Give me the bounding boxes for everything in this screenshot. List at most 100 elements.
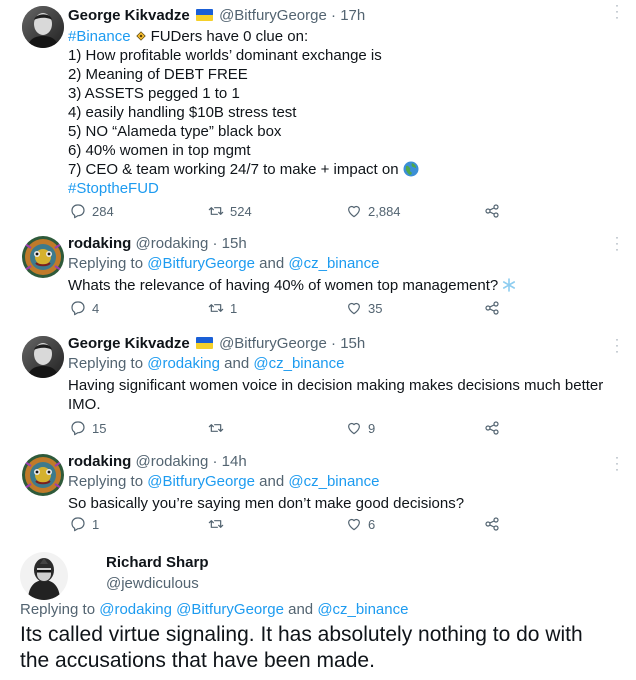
retweet-button[interactable] <box>208 420 230 436</box>
author-name[interactable]: Richard Sharp <box>106 554 209 571</box>
tweet-line: 4) easily handling $10B stress test <box>68 104 297 121</box>
replying-to: Replying to @rodaking @BitfuryGeorge and… <box>20 601 408 618</box>
author-handle[interactable]: @rodaking <box>136 453 209 470</box>
author-name[interactable]: George Kikvadze <box>68 335 190 352</box>
ukraine-flag-icon <box>195 337 213 349</box>
more-options-icon[interactable]: · · · <box>612 333 622 357</box>
replying-and: and <box>288 601 314 618</box>
share-button[interactable] <box>484 300 500 316</box>
replying-label: Replying to <box>68 355 144 372</box>
separator: · <box>212 453 218 470</box>
avatar[interactable] <box>22 454 64 496</box>
separator: · <box>212 235 218 252</box>
tweet-line: 6) 40% women in top mgmt <box>68 142 251 159</box>
replying-and: and <box>259 473 285 490</box>
mention-link[interactable]: @cz_binance <box>288 473 379 490</box>
tweet-2[interactable]: rodaking @rodaking · 15h Replying to @Bi… <box>0 231 636 332</box>
share-button[interactable] <box>484 420 500 436</box>
reply-icon <box>70 203 86 219</box>
reply-count: 4 <box>92 300 100 316</box>
like-button[interactable]: 9 <box>346 420 375 436</box>
more-options-icon[interactable]: · · · <box>612 0 622 23</box>
like-button[interactable]: 2,884 <box>346 203 401 219</box>
reply-count: 15 <box>92 420 107 436</box>
reply-button[interactable]: 15 <box>70 420 106 436</box>
tweet-line: Having significant women voice in decisi… <box>68 377 604 394</box>
author-handle[interactable]: @rodaking <box>136 235 209 252</box>
tweet-line: Whats the relevance of having 40% of wom… <box>68 277 499 294</box>
reply-button[interactable]: 284 <box>70 203 114 219</box>
tweet-text: #Binance FUDers have 0 clue on: 1) How pr… <box>68 27 606 198</box>
timestamp[interactable]: 15h <box>340 335 365 352</box>
reply-count: 284 <box>92 203 114 219</box>
author-handle[interactable]: @jewdiculous <box>106 575 199 592</box>
avatar[interactable] <box>20 552 68 600</box>
share-button[interactable] <box>484 203 500 219</box>
replying-label: Replying to <box>68 473 144 490</box>
share-icon <box>484 516 500 532</box>
tweet-line: the accusations that have been made. <box>20 649 375 672</box>
separator: · <box>331 335 337 352</box>
reply-button[interactable]: 4 <box>70 300 99 316</box>
like-icon <box>346 300 362 316</box>
mention-link[interactable]: @rodaking <box>147 355 220 372</box>
retweet-button[interactable]: 1 <box>208 300 237 316</box>
binance-icon <box>135 31 146 41</box>
retweet-count: 1 <box>230 300 238 316</box>
tweet-line: IMO. <box>68 396 101 413</box>
replying-and: and <box>259 255 285 272</box>
tweet-header: rodaking @rodaking · 15h <box>68 234 606 254</box>
replying-to: Replying to @rodaking and @cz_binance <box>68 354 606 374</box>
like-button[interactable]: 6 <box>346 516 375 532</box>
tweet-line: 5) NO “Alameda type” black box <box>68 123 282 140</box>
separator: · <box>331 7 337 24</box>
tweet-1[interactable]: George Kikvadze @BitfuryGeorge · 17h #Bi… <box>0 0 636 230</box>
replying-and: and <box>224 355 250 372</box>
avatar[interactable] <box>22 236 64 278</box>
tweet-actions: 15 9 <box>68 420 508 438</box>
more-options-icon[interactable]: · · · <box>612 451 622 475</box>
hashtag-link[interactable]: #StoptheFUD <box>68 179 606 198</box>
hashtag-link[interactable]: #Binance <box>68 28 131 45</box>
mention-link[interactable]: @BitfuryGeorge <box>147 255 255 272</box>
tweet-4[interactable]: rodaking @rodaking · 14h Replying to @Bi… <box>0 451 636 542</box>
mention-link[interactable]: @cz_binance <box>253 355 344 372</box>
globe-icon <box>403 161 419 177</box>
like-count: 2,884 <box>368 203 401 219</box>
like-count: 9 <box>368 420 376 436</box>
reply-icon <box>70 516 86 532</box>
tweet-text: Having significant women voice in decisi… <box>68 376 606 414</box>
tweet-line: So basically you’re saying men don’t mak… <box>68 495 465 512</box>
timestamp[interactable]: 17h <box>340 7 365 24</box>
avatar[interactable] <box>22 6 64 48</box>
retweet-button[interactable]: 524 <box>208 203 252 219</box>
like-icon <box>346 203 362 219</box>
tweet-line: 3) ASSETS pegged 1 to 1 <box>68 85 240 102</box>
mention-link[interactable]: @cz_binance <box>317 601 408 618</box>
tweet-line: 7) CEO & team working 24/7 to make + imp… <box>68 161 399 178</box>
like-count: 35 <box>368 300 383 316</box>
like-button[interactable]: 35 <box>346 300 382 316</box>
author-handle[interactable]: @BitfuryGeorge <box>219 7 327 24</box>
mention-link[interactable]: @BitfuryGeorge <box>176 601 284 618</box>
share-button[interactable] <box>484 516 500 532</box>
mention-link[interactable]: @rodaking <box>99 601 172 618</box>
tweet-3[interactable]: George Kikvadze @BitfuryGeorge · 15h Rep… <box>0 333 636 446</box>
like-count: 6 <box>368 516 376 532</box>
mention-link[interactable]: @BitfuryGeorge <box>147 473 255 490</box>
retweet-icon <box>208 516 224 532</box>
reply-button[interactable]: 1 <box>70 516 99 532</box>
author-name[interactable]: rodaking <box>68 453 131 470</box>
avatar[interactable] <box>22 336 64 378</box>
author-name[interactable]: George Kikvadze <box>68 7 190 24</box>
retweet-button[interactable] <box>208 516 230 532</box>
timestamp[interactable]: 14h <box>222 453 247 470</box>
mention-link[interactable]: @cz_binance <box>288 255 379 272</box>
share-icon <box>484 300 500 316</box>
snowflake-icon <box>503 278 516 292</box>
author-name[interactable]: rodaking <box>68 235 131 252</box>
more-options-icon[interactable]: · · · <box>612 231 622 255</box>
timestamp[interactable]: 15h <box>222 235 247 252</box>
retweet-icon <box>208 300 224 316</box>
author-handle[interactable]: @BitfuryGeorge <box>219 335 327 352</box>
